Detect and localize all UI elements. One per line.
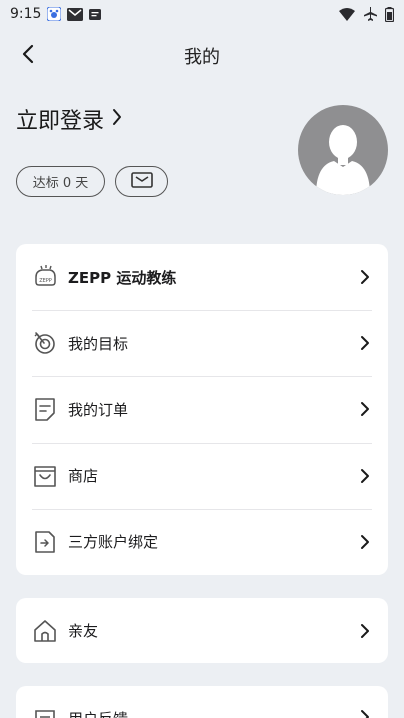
family-card: 亲友 [16, 598, 388, 663]
menu-item-my-goal[interactable]: 我的目标 [16, 310, 388, 376]
menu-item-my-orders[interactable]: 我的订单 [16, 376, 388, 442]
wifi-icon [339, 7, 355, 21]
menu-item-label: 亲友 [68, 622, 99, 640]
profile-badges: 达标 0 天 [16, 166, 168, 197]
feedback-card: 用户反馈 [16, 686, 388, 718]
main-menu-card: ZEPP ZEPP 运动教练 我的目标 我的订单 商店 三方账户绑定 [16, 244, 388, 575]
chevron-right-icon [358, 533, 372, 551]
menu-item-label: 我的目标 [68, 334, 129, 353]
status-bar: 9:15 [0, 0, 404, 28]
menu-item-family[interactable]: 亲友 [16, 598, 388, 663]
nav-bar: 我的 [0, 36, 404, 76]
zepp-coach-icon: ZEPP [32, 264, 58, 290]
goal-days-label: 达标 0 天 [32, 176, 89, 191]
menu-item-feedback[interactable]: 用户反馈 [16, 686, 388, 718]
menu-item-label: 我的订单 [68, 400, 129, 419]
status-bar-left: 9:15 [10, 6, 102, 22]
chevron-right-icon [358, 708, 372, 718]
goal-days-badge[interactable]: 达标 0 天 [16, 166, 105, 197]
baidu-app-icon [47, 7, 62, 21]
default-avatar-icon [298, 125, 388, 195]
menu-item-account-binding[interactable]: 三方账户绑定 [16, 508, 388, 575]
back-button[interactable] [12, 40, 44, 72]
login-label: 立即登录 [16, 109, 105, 134]
svg-text:ZEPP: ZEPP [39, 278, 52, 284]
menu-item-shop[interactable]: 商店 [16, 442, 388, 509]
chevron-right-icon [112, 108, 122, 130]
battery-icon [385, 6, 394, 22]
avatar[interactable] [298, 105, 388, 195]
chevron-left-icon [22, 44, 34, 68]
feedback-icon [32, 708, 58, 718]
chevron-right-icon [358, 268, 372, 286]
shop-bag-icon [32, 463, 58, 489]
menu-item-label: 商店 [68, 467, 99, 486]
menu-item-label: 三方账户绑定 [68, 533, 159, 552]
home-icon [32, 618, 58, 644]
menu-item-label: 用户反馈 [68, 708, 358, 718]
message-icon [89, 8, 102, 20]
login-link[interactable]: 立即登录 [16, 103, 122, 135]
mail-button[interactable] [115, 166, 168, 197]
chevron-right-icon [358, 400, 372, 418]
order-icon [32, 396, 58, 422]
menu-item-zepp-coach[interactable]: ZEPP ZEPP 运动教练 [16, 244, 388, 310]
chevron-right-icon [358, 467, 372, 485]
page-title: 我的 [184, 47, 220, 68]
account-binding-icon [32, 529, 58, 555]
chevron-right-icon [358, 334, 372, 352]
chevron-right-icon [358, 622, 372, 640]
target-icon [32, 330, 58, 356]
status-time: 9:15 [10, 6, 42, 22]
gmail-icon [67, 7, 84, 21]
menu-item-label: ZEPP 运动教练 [68, 268, 177, 287]
status-bar-right [339, 6, 394, 22]
mail-icon [130, 171, 153, 192]
airplane-mode-icon [363, 7, 377, 21]
